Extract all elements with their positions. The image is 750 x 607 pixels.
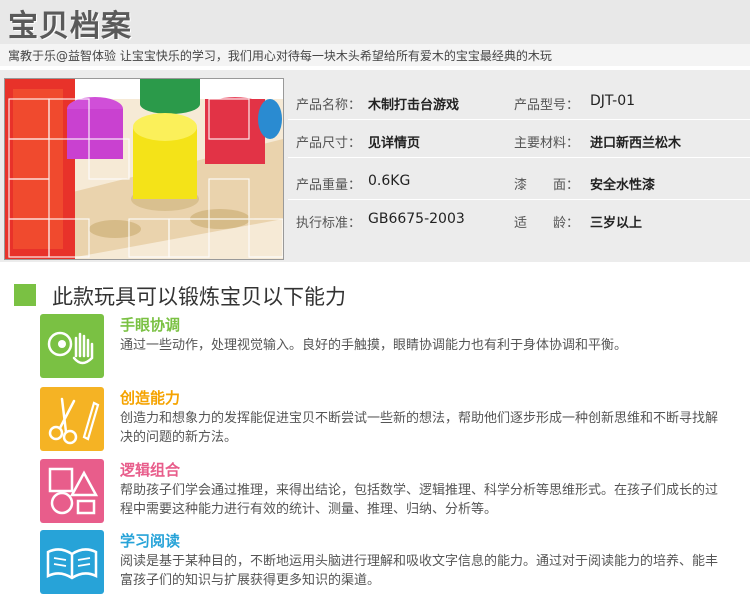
spec-label: 执行标准： [296, 216, 362, 231]
spec-value: 进口新西兰松木 [590, 136, 682, 151]
spec-row: 执行标准： GB6675-2003 适 龄： 三岁以上 [288, 204, 750, 238]
spec-value: 见详情页 [368, 136, 421, 151]
ability-item: 手眼协调 通过一些动作，处理视觉输入。良好的手触摸，眼睛协调能力也有利于身体协调… [40, 314, 720, 378]
spec-value: DJT-01 [590, 93, 636, 109]
spec-value: 木制打击台游戏 [368, 98, 460, 113]
spec-value: 0.6KG [368, 173, 411, 189]
ability-desc: 创造力和想象力的发挥能促进宝贝不断尝试一些新的想法，帮助他们逐步形成一种创新思维… [120, 411, 719, 445]
ability-item: 逻辑组合 帮助孩子们学会通过推理，来得出结论，包括数学、逻辑推理、科学分析等思维… [40, 459, 720, 523]
ability-title: 创造能力 [120, 389, 181, 407]
spec-row: 产品重量： 0.6KG 漆 面： 安全水性漆 [288, 166, 750, 200]
spec-label: 产品尺寸： [296, 136, 362, 151]
ability-desc: 阅读是基于某种目的，不断地运用头脑进行理解和吸收文字信息的能力。通过对于阅读能力… [120, 554, 719, 588]
ability-title: 逻辑组合 [120, 461, 181, 479]
scissors-pen-icon [40, 387, 104, 451]
divider [288, 199, 750, 200]
spec-label: 产品名称： [296, 98, 362, 113]
eye-hand-icon [40, 314, 104, 378]
header-bar: 宝贝档案 [0, 0, 750, 44]
divider [288, 119, 750, 120]
wooden-pegs-photo-icon [5, 79, 283, 259]
spec-value: 三岁以上 [590, 216, 643, 231]
ability-desc: 帮助孩子们学会通过推理，来得出结论，包括数学、逻辑推理、科学分析等思维形式。在孩… [120, 483, 719, 517]
spec-label: 主要材料： [514, 136, 580, 151]
ability-title: 学习阅读 [120, 532, 181, 550]
ability-title: 手眼协调 [120, 316, 181, 334]
subtitle-bar: 寓教于乐@益智体验 让宝宝快乐的学习，我们用心对待每一块木头希望给所有爱木的宝宝… [0, 44, 750, 66]
page-title: 宝贝档案 [8, 9, 132, 44]
ability-item: 学习阅读 阅读是基于某种目的，不断地运用头脑进行理解和吸收文字信息的能力。通过对… [40, 530, 720, 594]
abilities-heading: 此款玩具可以锻炼宝贝以下能力 [52, 285, 346, 309]
spec-label: 漆 面： [514, 178, 580, 193]
spec-value: 安全水性漆 [590, 178, 656, 193]
ability-item: 创造能力 创造力和想象力的发挥能促进宝贝不断尝试一些新的想法，帮助他们逐步形成一… [40, 387, 720, 451]
spec-label: 适 龄： [514, 216, 580, 231]
page-subtitle: 寓教于乐@益智体验 让宝宝快乐的学习，我们用心对待每一块木头希望给所有爱木的宝宝… [8, 49, 552, 63]
spec-value: GB6675-2003 [368, 211, 465, 227]
spec-label: 产品型号： [514, 98, 580, 113]
spec-row: 产品名称： 木制打击台游戏 产品型号： DJT-01 [288, 86, 750, 120]
product-photo [4, 78, 284, 260]
spec-row: 产品尺寸： 见详情页 主要材料： 进口新西兰松木 [288, 124, 750, 158]
divider [288, 157, 750, 158]
section-bullet-icon [14, 284, 36, 306]
shapes-icon [40, 459, 104, 523]
spec-table: 产品名称： 木制打击台游戏 产品型号： DJT-01 产品尺寸： 见详情页 主要… [288, 78, 750, 258]
spec-label: 产品重量： [296, 178, 362, 193]
ability-desc: 通过一些动作，处理视觉输入。良好的手触摸，眼睛协调能力也有利于身体协调和平衡。 [120, 338, 628, 353]
open-book-icon [40, 530, 104, 594]
